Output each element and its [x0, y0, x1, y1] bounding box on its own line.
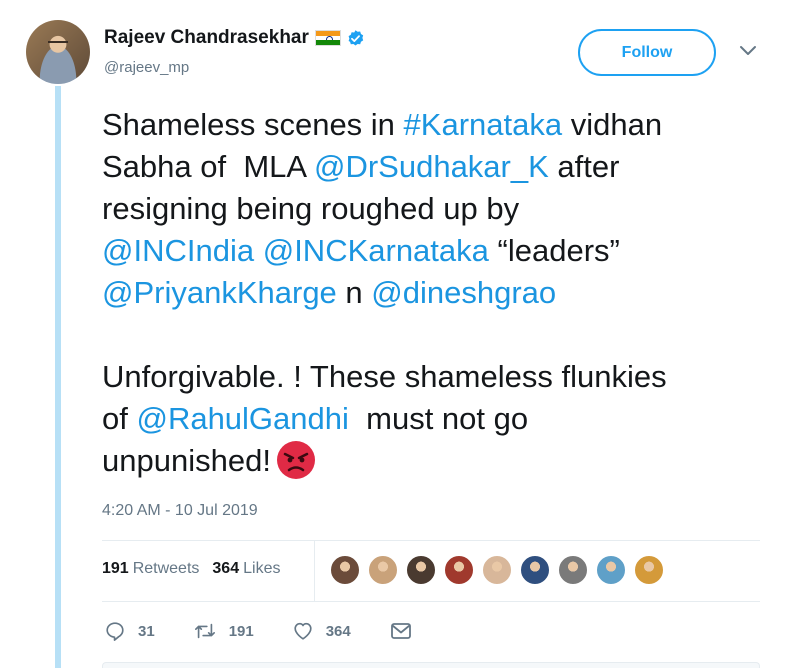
thread-connector-line	[55, 86, 61, 668]
follow-button[interactable]: Follow	[578, 29, 716, 76]
heart-icon	[294, 622, 312, 640]
author-handle[interactable]: @rajeev_mp	[104, 59, 189, 76]
mention-link[interactable]: @INCIndia	[102, 233, 254, 268]
liker-avatar[interactable]	[557, 554, 589, 586]
tweet-line: @INCIndia @INCKarnataka “leaders”	[102, 233, 620, 268]
mention-link[interactable]: @INCKarnataka	[263, 233, 489, 268]
tweet-line: unpunished!	[102, 440, 762, 484]
angry-face-emoji-icon	[276, 440, 315, 479]
tweet-line: Sabha of MLA @DrSudhakar_K after	[102, 149, 620, 184]
mention-link[interactable]: @RahulGandhi	[136, 401, 348, 436]
reply-count: 31	[138, 622, 155, 640]
tweet-line: resigning being roughed up by	[102, 191, 520, 226]
mention-link[interactable]: @DrSudhakar_K	[314, 149, 549, 184]
author-name[interactable]: Rajeev Chandrasekhar	[104, 27, 309, 49]
tweet-line: of @RahulGandhi must not go	[102, 401, 529, 436]
direct-message-button[interactable]	[389, 620, 413, 642]
liker-avatar[interactable]	[367, 554, 399, 586]
liker-avatars	[329, 554, 671, 586]
retweets-stat[interactable]: 191 Retweets	[102, 560, 199, 578]
liker-avatar[interactable]	[405, 554, 437, 586]
liker-avatar[interactable]	[595, 554, 627, 586]
envelope-icon	[390, 623, 411, 639]
like-count: 364	[325, 622, 351, 640]
verified-badge-icon	[348, 29, 364, 46]
liker-avatar[interactable]	[519, 554, 551, 586]
retweet-icon	[194, 623, 215, 639]
divider	[102, 540, 760, 541]
author-avatar[interactable]	[26, 20, 90, 84]
author-name-row: Rajeev Chandrasekhar	[104, 26, 365, 50]
liker-avatar[interactable]	[481, 554, 513, 586]
liker-avatar[interactable]	[633, 554, 665, 586]
reply-box-edge	[102, 662, 760, 668]
liker-avatar[interactable]	[443, 554, 475, 586]
tweet-stats: 191 Retweets 364 Likes	[102, 560, 293, 578]
retweet-count: 191	[228, 622, 254, 640]
tweet-text: Shameless scenes in #Karnataka vidhan Sa…	[102, 104, 762, 484]
likes-stat[interactable]: 364 Likes	[212, 560, 280, 578]
tweet-actions: 31 191 364	[104, 620, 451, 642]
india-flag-icon	[314, 30, 341, 46]
reply-icon	[106, 622, 124, 641]
reply-button[interactable]: 31	[104, 620, 155, 642]
chevron-down-icon[interactable]	[738, 44, 758, 58]
tweet-line: Unforgivable. ! These shameless flunkies	[102, 359, 667, 394]
tweet-timestamp[interactable]: 4:20 AM - 10 Jul 2019	[102, 502, 258, 520]
mention-link[interactable]: @dineshgrao	[371, 275, 556, 310]
stats-separator	[314, 541, 315, 601]
tweet-blank-line	[102, 314, 762, 356]
hashtag-link[interactable]: #Karnataka	[404, 107, 563, 142]
like-button[interactable]: 364	[292, 620, 351, 642]
liker-avatar[interactable]	[329, 554, 361, 586]
retweet-button[interactable]: 191	[193, 620, 254, 642]
tweet-line: Shameless scenes in #Karnataka vidhan	[102, 107, 663, 142]
avatar-glasses	[48, 41, 68, 46]
mention-link[interactable]: @PriyankKharge	[102, 275, 337, 310]
tweet-line: @PriyankKharge n @dineshgrao	[102, 275, 557, 310]
divider	[102, 601, 760, 602]
